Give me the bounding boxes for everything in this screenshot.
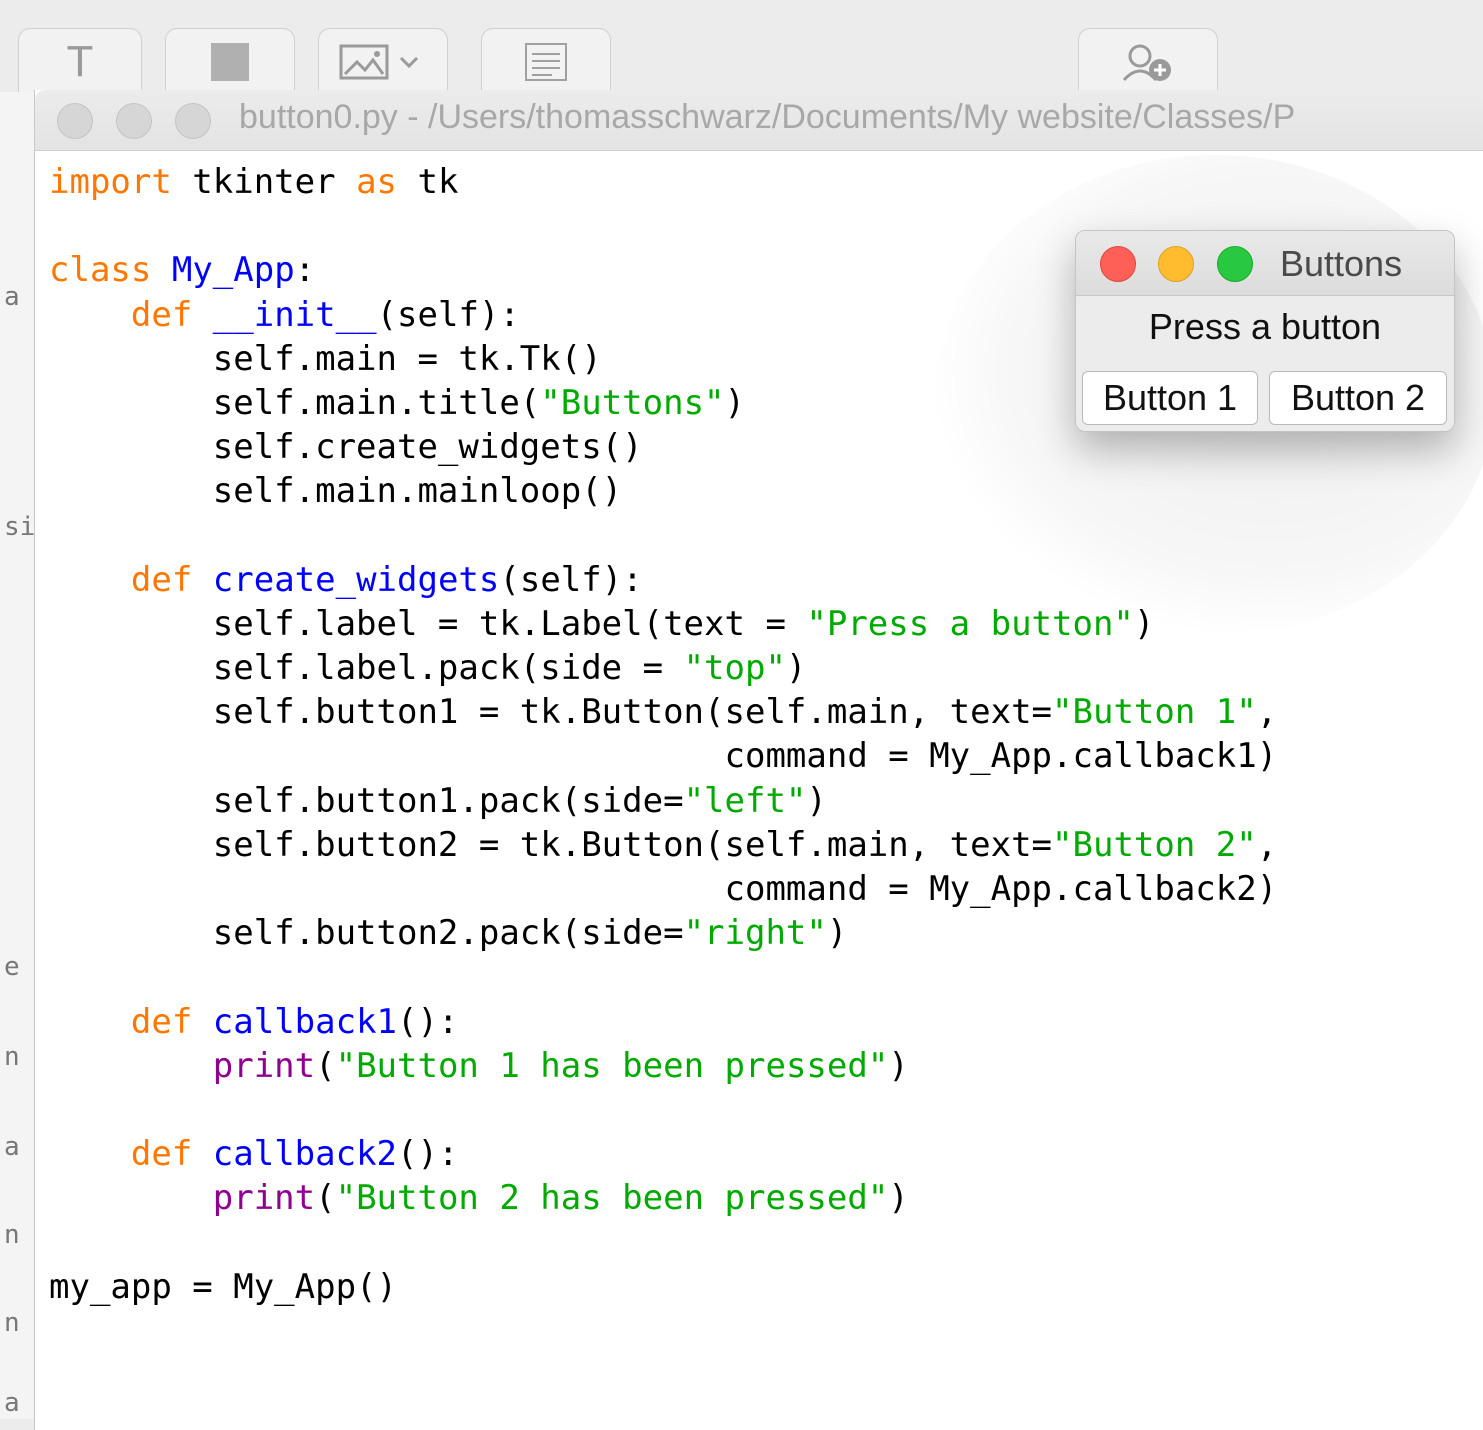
tk-buttons-window: Buttons Press a button Button 1 Button 2 (1075, 230, 1455, 432)
collaborate-icon (1122, 44, 1171, 82)
button-2[interactable]: Button 2 (1269, 371, 1447, 425)
code-line: self.button2 = tk.Button(self.main, text… (49, 824, 1278, 865)
list-tool-icon (525, 43, 567, 81)
minimize-button[interactable] (116, 103, 152, 139)
background-fragment: n (4, 1042, 20, 1072)
editor-title: button0.py - /Users/thomasschwarz/Docume… (239, 98, 1296, 136)
background-toolbar: T (0, 0, 1483, 95)
text-tool-button[interactable]: T (18, 28, 142, 95)
code-line: print("Button 2 has been pressed") (212, 1178, 909, 1219)
tk-close-button[interactable] (1100, 246, 1136, 282)
zoom-button[interactable] (175, 103, 211, 139)
image-tool-button[interactable] (318, 28, 448, 95)
code-line: def callback1(): (130, 1001, 459, 1042)
tk-window-title: Buttons (1280, 243, 1403, 284)
text-tool-icon: T (66, 37, 94, 86)
press-a-button-label: Press a button (1148, 306, 1382, 347)
background-fragment: e (4, 952, 20, 982)
code-line: command = My_App.callback2) (49, 869, 1278, 909)
background-fragment: a (4, 1388, 20, 1418)
background-fragment: n (4, 1220, 20, 1250)
tk-zoom-button[interactable] (1217, 246, 1253, 282)
shape-tool-button[interactable] (165, 28, 295, 95)
background-fragment: a (4, 282, 20, 312)
background-fragment: si (4, 512, 36, 542)
image-tool-icon (339, 44, 419, 80)
code-line: self.button1 = tk.Button(self.main, text… (49, 692, 1278, 733)
background-fragment: n (4, 1308, 20, 1338)
editor-titlebar[interactable]: button0.py - /Users/thomasschwarz/Docume… (35, 90, 1483, 151)
code-line: self.label.pack(side = "top") (49, 648, 807, 689)
background-fragment: a (4, 1132, 20, 1162)
button-1[interactable]: Button 1 (1082, 371, 1258, 425)
background-window-strip: a si e n a n n a (0, 92, 35, 1419)
code-line: print("Button 1 has been pressed") (212, 1045, 909, 1086)
code-line: command = My_App.callback1) (49, 736, 1278, 777)
close-button[interactable] (57, 103, 93, 139)
code-line: def callback2(): (130, 1134, 459, 1175)
tk-titlebar[interactable]: Buttons (1076, 231, 1454, 296)
shape-tool-icon (211, 43, 249, 81)
code-line: self.button1.pack(side="left") (49, 780, 827, 821)
code-line: my_app = My_App() (49, 1266, 397, 1307)
tk-minimize-button[interactable] (1158, 246, 1194, 282)
collaborate-button[interactable] (1078, 28, 1218, 95)
code-line: self.button2.pack(side="right") (49, 913, 848, 954)
list-tool-button[interactable] (481, 28, 611, 95)
